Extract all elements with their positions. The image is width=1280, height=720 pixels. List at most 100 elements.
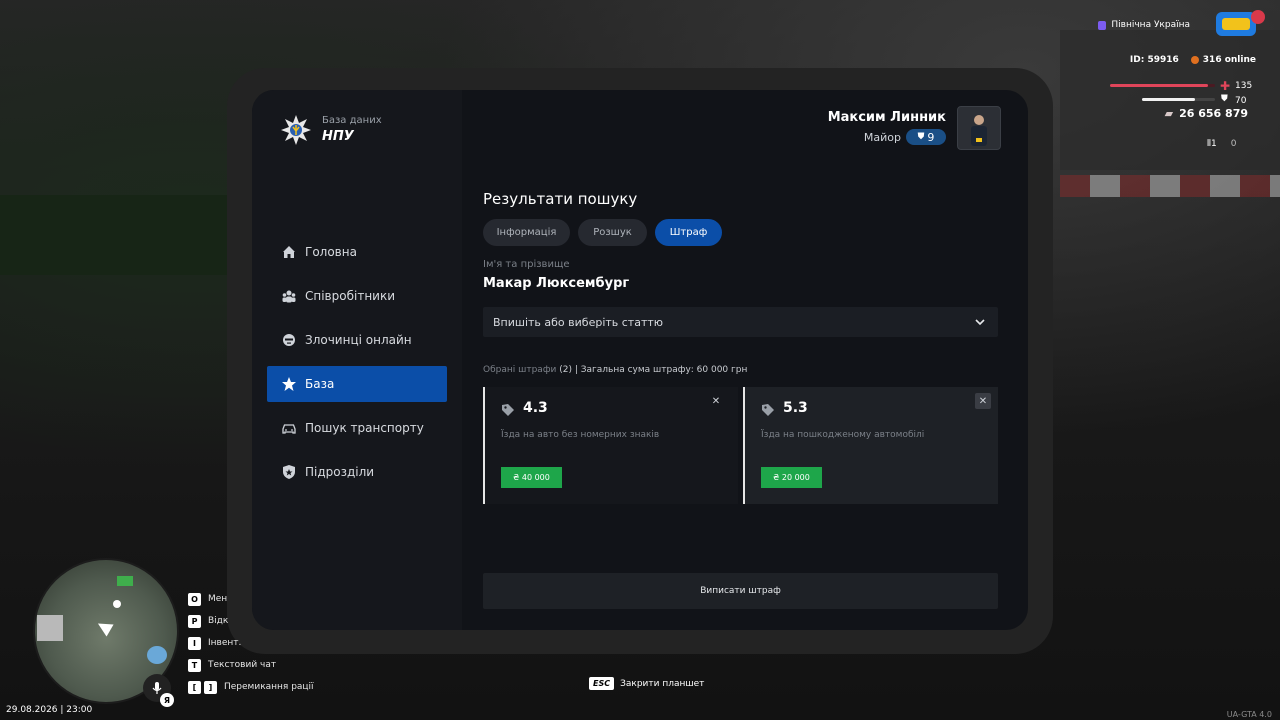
keybind-label: Мен [208, 594, 228, 604]
sidebar-item-vehicle-search[interactable]: Пошук транспорту [267, 410, 447, 446]
minimap-water [147, 646, 167, 664]
game-version: UA-GTA 4.0 [1226, 710, 1272, 719]
keybind-hints: O Мен P Відк I Інвент. T Текстовий чат [] Пер… [188, 588, 314, 698]
fine-price: ₴ 20 000 [761, 467, 822, 488]
minimap-zone [117, 576, 133, 586]
tag-icon [502, 404, 514, 416]
online-icon [1190, 56, 1199, 64]
close-tablet-hint: ESC Закрити планшет [589, 677, 704, 690]
keybind-hint: [] Перемикання рації [188, 676, 314, 698]
key-cap: I [188, 636, 201, 650]
sidebar-item-database[interactable]: База [267, 366, 447, 402]
fine-code: 4.3 [523, 400, 548, 416]
star-icon [282, 377, 296, 391]
article-select-placeholder: Впишіть або виберіть статтю [493, 315, 664, 329]
tab-information[interactable]: Інформація [483, 219, 570, 246]
article-select[interactable]: Впишіть або виберіть статтю [483, 307, 998, 337]
key-cap: P [188, 614, 201, 628]
sidebar-item-units[interactable]: Підрозділи [267, 454, 447, 490]
criminal-icon [283, 334, 295, 346]
sidebar-item-label: База [305, 377, 335, 391]
keybind-hint: T Текстовий чат [188, 654, 314, 676]
main-panel: Максим Линник Майор ⛊ 9 Результати пошук… [462, 90, 1028, 630]
tab-fine[interactable]: Штраф [655, 219, 722, 246]
close-tablet-label: Закрити планшет [620, 678, 705, 689]
keybind-hint: O Мен [188, 588, 314, 610]
police-tablet: База даних НПУ Головна Співробітники Зло… [252, 90, 1028, 630]
key-cap: ] [204, 680, 217, 694]
ammo-display: ⦀1 0 [1207, 139, 1236, 149]
fine-card: 4.3 Їзда на авто без номерних знаків ₴ 4… [483, 387, 738, 504]
rank-badge: ⛊ 9 [906, 129, 946, 145]
shield-icon [283, 465, 295, 479]
player-arrow-icon [94, 617, 114, 637]
police-emblem-icon [281, 115, 311, 145]
minimap-building [37, 615, 63, 641]
sidebar-item-label: Злочинці онлайн [305, 333, 412, 347]
ammo-clip: ⦀1 [1207, 139, 1217, 149]
key-cap: [ [188, 680, 201, 694]
brand-title: НПУ [322, 129, 354, 144]
result-tabs: Інформація Розшук Штраф [483, 219, 722, 246]
sidebar-item-criminals-online[interactable]: Злочинці онлайн [267, 322, 447, 358]
esc-key-cap: ESC [589, 677, 615, 690]
sidebar-item-label: Головна [305, 245, 357, 259]
keybind-label: Відк [208, 616, 229, 626]
date-time: 29.08.2026 | 23:00 [6, 705, 93, 715]
fine-description: Їзда на авто без номерних знаків [501, 430, 660, 440]
online-count: 316 online [1190, 55, 1256, 65]
sidebar-item-employees[interactable]: Співробітники [267, 278, 447, 314]
health-bar-track [1110, 84, 1215, 87]
health-value: 135 [1235, 81, 1253, 91]
microphone-icon [152, 682, 162, 694]
keybind-hint: P Відк [188, 610, 314, 632]
sidebar-item-label: Співробітники [305, 289, 396, 303]
summary-total: | Загальна сума штрафу: 60 000 грн [574, 365, 748, 375]
sidebar-item-label: Пошук транспорту [305, 421, 424, 435]
armor-icon: ⛊ [1221, 94, 1228, 104]
sidebar: База даних НПУ Головна Співробітники Зло… [252, 90, 462, 630]
keybind-label: Інвент. [208, 638, 242, 648]
fines-summary: Обрані штрафи (2) | Загальна сума штрафу… [483, 365, 747, 375]
player-info: ID: 59916 316 online [1130, 55, 1256, 65]
money: ▰ 26 656 879 [1165, 107, 1248, 120]
results-title: Результати пошуку [483, 190, 638, 208]
remove-fine-button[interactable]: ✕ [975, 393, 991, 409]
person-name: Макар Люксембург [483, 276, 630, 291]
hedge [0, 195, 240, 275]
users-icon [282, 290, 296, 303]
brand-subtitle: База даних [322, 115, 382, 126]
summary-count: (2) [559, 365, 572, 375]
health-bar [1110, 84, 1208, 87]
key-cap: O [188, 592, 201, 606]
keybind-label: Перемикання рації [224, 682, 314, 692]
money-value: 26 656 879 [1179, 107, 1248, 120]
cash-icon: ▰ [1164, 107, 1174, 120]
health-icon: ✚ [1220, 79, 1231, 93]
sidebar-item-home[interactable]: Головна [267, 234, 447, 270]
chevron-down-icon [975, 319, 985, 326]
user-name: Максим Линник [827, 110, 946, 125]
armor-bar-track [1142, 98, 1215, 101]
armor-bar [1142, 98, 1195, 101]
language-indicator: Я [160, 693, 174, 707]
region-indicator: Північна Україна [1098, 20, 1190, 30]
player-id: ID: 59916 [1129, 55, 1179, 65]
tab-wanted[interactable]: Розшук [578, 219, 647, 246]
keybind-hint: I Інвент. [188, 632, 314, 654]
home-icon [283, 246, 295, 258]
fine-description: Їзда на пошкодженому автомобілі [761, 430, 925, 440]
ammo-clip-value: 1 [1210, 139, 1217, 149]
issue-fine-button[interactable]: Виписати штраф [483, 573, 998, 609]
fine-price: ₴ 40 000 [501, 467, 562, 488]
tag-icon [762, 404, 774, 416]
summary-label: Обрані штрафи [483, 365, 557, 375]
car-icon [282, 424, 296, 434]
remove-fine-button[interactable]: ✕ [708, 393, 724, 409]
user-rank: Майор [863, 131, 901, 144]
server-logo-icon [1216, 10, 1265, 36]
ammo-total: 0 [1230, 139, 1237, 149]
name-field-label: Ім'я та прізвище [483, 259, 570, 270]
region-icon [1098, 20, 1107, 30]
rank-level: 9 [927, 130, 935, 144]
